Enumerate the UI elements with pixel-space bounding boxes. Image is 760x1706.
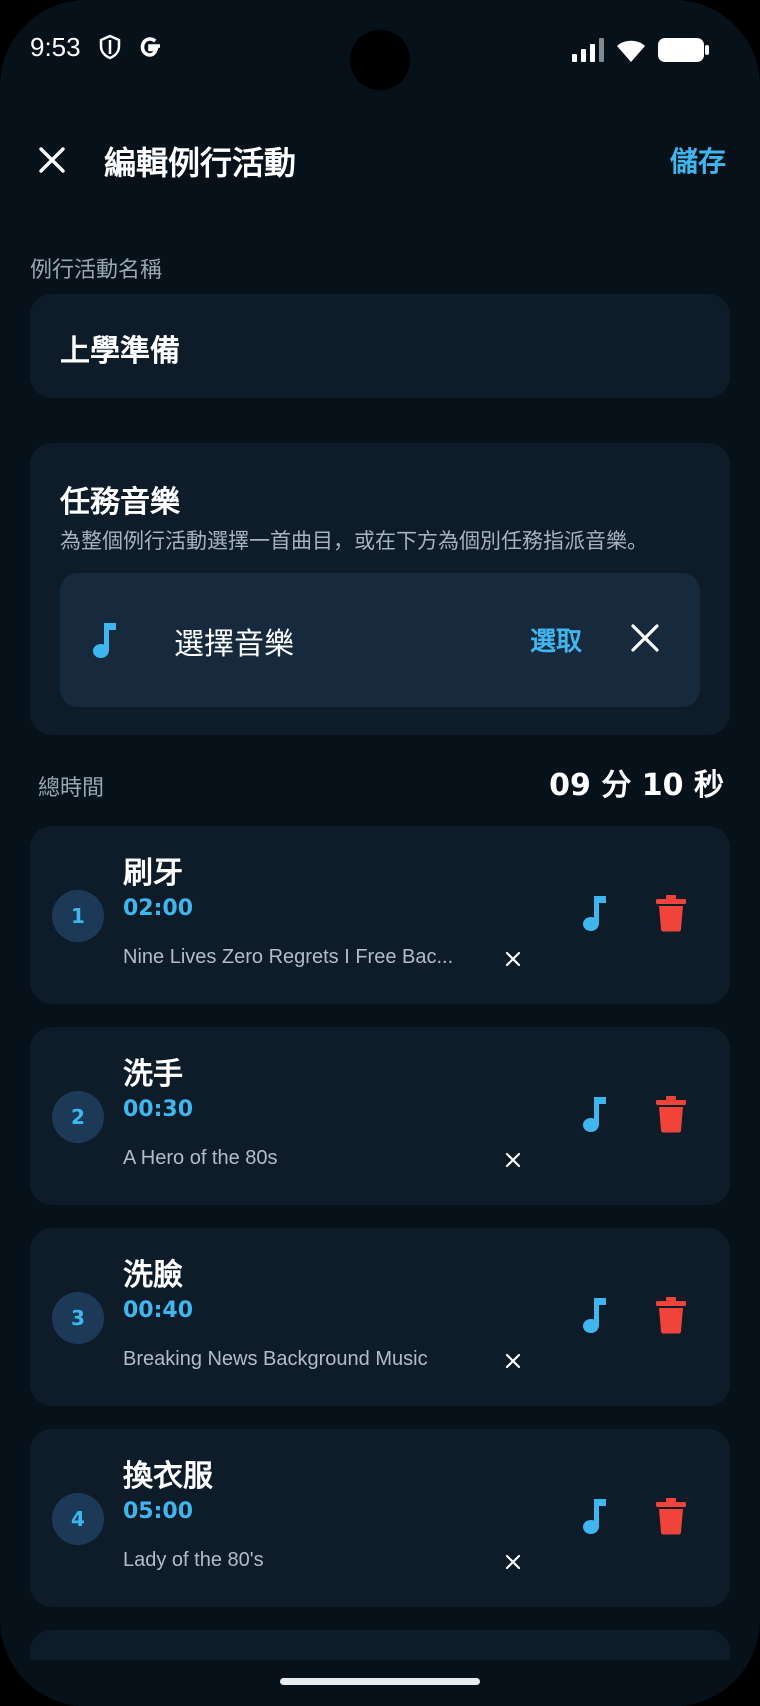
phone-screen: 9:53 編輯例行活動 儲存 例行活動名稱 上學準備 任務音樂 為整個例行活動選… (0, 0, 760, 1706)
music-note-icon (583, 896, 606, 931)
clear-track-button[interactable] (502, 1350, 524, 1372)
task-music-card: 任務音樂 為整個例行活動選擇一首曲目，或在下方為個別任務指派音樂。 選擇音樂 選… (30, 443, 730, 735)
task-name: 洗臉 (123, 1258, 183, 1293)
total-time-label: 總時間 (38, 776, 105, 801)
delete-task-button[interactable] (656, 1497, 692, 1537)
status-time: 9:53 (30, 32, 81, 62)
delete-task-button[interactable] (656, 894, 692, 934)
music-note-icon (583, 1499, 606, 1534)
task-track-name: A Hero of the 80s (123, 1147, 278, 1169)
page-title: 編輯例行活動 (104, 144, 297, 182)
total-time-value: 09 分 10 秒 (549, 768, 724, 803)
task-number-badge: 3 (52, 1292, 104, 1344)
wifi-icon (614, 36, 648, 68)
routine-name-field[interactable]: 上學準備 (30, 294, 730, 398)
close-icon (631, 624, 659, 652)
pick-music-button[interactable]: 選取 (530, 621, 582, 658)
task-duration: 05:00 (123, 1499, 194, 1524)
close-icon (39, 147, 65, 173)
routine-name-value: 上學準備 (60, 334, 180, 369)
trash-icon (656, 1297, 686, 1334)
google-icon (136, 33, 164, 65)
trash-icon (656, 1498, 686, 1535)
task-number-badge: 4 (52, 1493, 104, 1545)
delete-task-button[interactable] (656, 1095, 692, 1135)
battery-icon (658, 38, 710, 66)
task-music-title: 任務音樂 (60, 485, 180, 520)
close-icon (505, 1353, 521, 1369)
clear-track-button[interactable] (502, 948, 524, 970)
task-music-button[interactable] (580, 1095, 620, 1135)
close-icon (505, 1554, 521, 1570)
clear-track-button[interactable] (502, 1551, 524, 1573)
task-number-badge: 1 (52, 890, 104, 942)
task-number-badge: 2 (52, 1091, 104, 1143)
task-card[interactable]: 3 洗臉 00:40 Breaking News Background Musi… (30, 1228, 730, 1406)
home-indicator[interactable] (280, 1678, 480, 1685)
task-name: 刷牙 (123, 856, 183, 891)
clear-track-button[interactable] (502, 1149, 524, 1171)
task-name: 洗手 (123, 1057, 183, 1092)
select-music-label: 選擇音樂 (174, 627, 294, 662)
task-duration: 00:40 (123, 1298, 194, 1323)
signal-icon (572, 38, 606, 66)
status-bar: 9:53 (0, 0, 760, 100)
music-note-icon (583, 1298, 606, 1333)
select-music-row[interactable]: 選擇音樂 選取 (60, 573, 700, 707)
task-card[interactable]: 4 換衣服 05:00 Lady of the 80's (30, 1429, 730, 1607)
close-button[interactable] (32, 140, 72, 180)
task-music-button[interactable] (580, 1296, 620, 1336)
task-track-name: Breaking News Background Music (123, 1348, 428, 1370)
trash-icon (656, 895, 686, 932)
save-button[interactable]: 儲存 (670, 140, 726, 180)
task-track-name: Nine Lives Zero Regrets I Free Bac... (123, 946, 454, 968)
task-duration: 00:30 (123, 1097, 194, 1122)
close-icon (505, 1152, 521, 1168)
task-duration: 02:00 (123, 896, 194, 921)
close-icon (505, 951, 521, 967)
task-track-name: Lady of the 80's (123, 1549, 264, 1571)
task-card[interactable]: 2 洗手 00:30 A Hero of the 80s (30, 1027, 730, 1205)
task-music-button[interactable] (580, 1497, 620, 1537)
task-music-description: 為整個例行活動選擇一首曲目，或在下方為個別任務指派音樂。 (60, 529, 648, 553)
task-music-button[interactable] (580, 894, 620, 934)
clear-music-button[interactable] (628, 621, 662, 655)
trash-icon (656, 1096, 686, 1133)
task-card[interactable]: 1 刷牙 02:00 Nine Lives Zero Regrets I Fre… (30, 826, 730, 1004)
front-camera (350, 30, 410, 90)
music-note-icon (90, 621, 118, 663)
routine-name-label: 例行活動名稱 (30, 258, 163, 283)
task-name: 換衣服 (123, 1459, 213, 1494)
shield-icon (98, 34, 122, 64)
delete-task-button[interactable] (656, 1296, 692, 1336)
music-note-icon (583, 1097, 606, 1132)
